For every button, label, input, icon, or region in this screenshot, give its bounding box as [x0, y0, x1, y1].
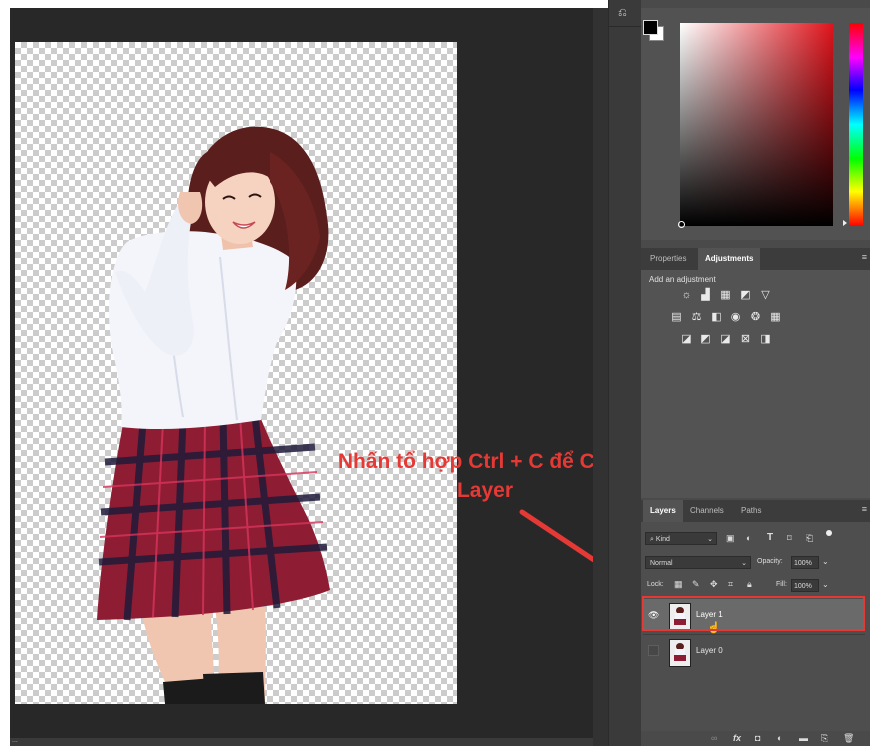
filter-toggle-icon[interactable]	[826, 530, 832, 536]
adjustments-panel	[641, 248, 870, 498]
color-balance-icon[interactable]: ⚖	[691, 312, 702, 323]
visibility-toggle-box[interactable]	[648, 645, 659, 656]
gradient-map-icon[interactable]: ◨	[760, 334, 771, 345]
layer-thumbnail	[669, 639, 691, 667]
mask-icon[interactable]: ◘	[755, 733, 760, 743]
opacity-input[interactable]: 100%	[791, 556, 819, 569]
opacity-chevron-icon[interactable]: ⌄	[822, 557, 829, 566]
tab-adjustments[interactable]: Adjustments	[698, 248, 761, 270]
panel-menu-icon[interactable]: ≡	[862, 504, 867, 514]
threshold-icon[interactable]: ◪	[720, 334, 731, 345]
layer-filter-select[interactable]: ⌕ Kind ⌄	[645, 532, 717, 545]
hue-slider[interactable]	[843, 23, 863, 226]
vibrance-icon[interactable]: ▤	[671, 312, 682, 323]
fill-input[interactable]: 100%	[791, 579, 819, 592]
panel-gutter	[593, 8, 608, 746]
hue-slider-handle[interactable]	[843, 220, 847, 226]
tab-channels[interactable]: Channels	[683, 500, 731, 522]
blend-mode-value: Normal	[650, 560, 673, 567]
filter-shape-icon[interactable]: ⌑	[787, 533, 792, 544]
layers-footer: ∞ fx ◘ ◐ ▬ ⎘ 🗑︎	[641, 731, 870, 746]
lock-image-icon[interactable]: ✎	[692, 579, 700, 590]
color-picker-field[interactable]	[678, 23, 833, 228]
history-icon[interactable]: ⎌	[618, 6, 632, 20]
new-layer-icon[interactable]: ⎘	[821, 733, 828, 744]
invert-icon[interactable]: ◪	[681, 334, 692, 345]
girl-photo	[97, 126, 330, 704]
zoom-readout: ...	[12, 737, 18, 744]
color-lookup-icon[interactable]: ▦	[770, 312, 781, 323]
filter-kind-label: Kind	[655, 536, 670, 543]
channel-mixer-icon[interactable]: ❂	[750, 312, 761, 323]
trash-icon[interactable]: 🗑︎	[843, 733, 854, 744]
adjustment-layer-icon[interactable]: ◐	[777, 733, 782, 743]
tab-properties[interactable]: Properties	[643, 248, 693, 270]
fill-label: Fill:	[776, 581, 787, 588]
fx-icon[interactable]: fx	[733, 733, 741, 743]
chevron-down-icon: ⌄	[707, 536, 713, 543]
fill-chevron-icon[interactable]: ⌄	[822, 580, 829, 589]
lock-artboard-icon[interactable]: ⌗	[728, 579, 733, 590]
color-picker-cursor[interactable]	[678, 221, 685, 228]
panel-menu-icon[interactable]: ≡	[862, 252, 867, 262]
collapsed-panel-dock: ⎌	[608, 0, 642, 746]
black-white-icon[interactable]: ◧	[711, 312, 722, 323]
gradient-triangle-icon[interactable]: ▽	[760, 290, 771, 301]
photo-filter-icon[interactable]: ◉	[730, 312, 741, 323]
selective-color-icon[interactable]: ⊠	[740, 334, 751, 345]
filter-pixel-icon[interactable]: ▣	[726, 533, 735, 544]
filter-smart-object-icon[interactable]: ⎗	[806, 533, 813, 544]
blend-mode-select[interactable]: Normal ⌄	[645, 556, 751, 569]
link-icon[interactable]: ∞	[711, 733, 717, 743]
layer-row-layer-0[interactable]: Layer 0	[643, 634, 865, 667]
tab-layers[interactable]: Layers	[643, 500, 683, 522]
chevron-down-icon: ⌄	[741, 560, 747, 567]
status-bar: ...	[10, 737, 593, 746]
filter-type-icon[interactable]: T	[767, 532, 773, 543]
lock-position-icon[interactable]: ✥	[710, 579, 718, 590]
folder-icon[interactable]: ▬	[799, 733, 808, 743]
layers-tab-bar: Layers Channels Paths ≡	[641, 500, 870, 522]
add-adjustment-hint: Add an adjustment	[649, 275, 716, 284]
exposure-icon[interactable]: ◩	[740, 290, 751, 301]
document-canvas[interactable]	[15, 42, 457, 704]
curves-icon[interactable]: ▦	[720, 290, 731, 301]
foreground-color-swatch[interactable]	[643, 20, 658, 35]
adjustments-tab-bar: Properties Adjustments ≡	[641, 248, 870, 270]
dock-divider	[609, 26, 642, 27]
levels-icon[interactable]: ▟	[700, 290, 711, 301]
brightness-icon[interactable]: ☼	[681, 290, 692, 301]
opacity-label: Opacity:	[757, 558, 783, 565]
posterize-icon[interactable]: ◩	[700, 334, 711, 345]
lock-label: Lock:	[647, 581, 664, 588]
tab-paths[interactable]: Paths	[734, 500, 768, 522]
selected-layer-highlight	[642, 596, 865, 631]
filter-adjustment-icon[interactable]: ◐	[746, 533, 751, 543]
layer-name[interactable]: Layer 0	[696, 646, 723, 655]
lock-all-icon[interactable]: 🔒︎	[747, 579, 752, 590]
lock-transparent-icon[interactable]: ▦	[674, 579, 683, 590]
